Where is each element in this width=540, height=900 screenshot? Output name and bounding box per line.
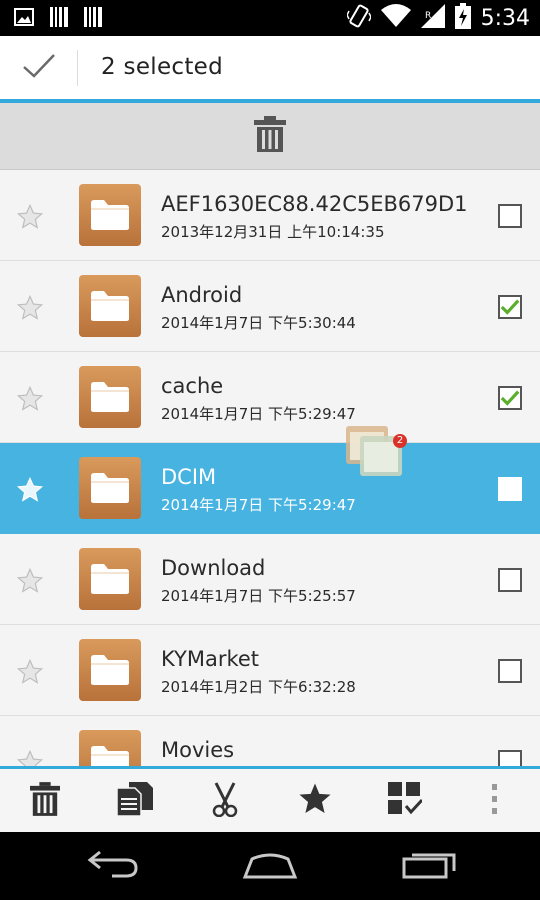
drag-preview: 2: [346, 424, 408, 478]
star-icon: [297, 782, 333, 820]
star-outline-icon[interactable]: [16, 203, 44, 231]
action-bar-divider: [77, 50, 78, 86]
recents-button[interactable]: [402, 850, 456, 882]
vibrate-icon: [345, 3, 372, 33]
file-list[interactable]: AEF1630EC88.42C5EB679D1 2013年12月31日 上午10…: [0, 170, 540, 766]
recents-icon: [402, 849, 456, 883]
copy-icon: [116, 782, 153, 820]
checkbox[interactable]: [498, 477, 522, 501]
file-date: 2013年12月31日 上午10:14:35: [161, 223, 385, 241]
list-item[interactable]: KYMarket 2014年1月2日 下午6:32:28: [0, 625, 540, 716]
checkmark-icon: [500, 390, 520, 406]
selection-count-title: 2 selected: [101, 54, 224, 80]
scissors-icon: [208, 781, 242, 821]
star-outline-icon[interactable]: [16, 749, 44, 766]
drag-count: 2: [396, 435, 404, 446]
file-name: KYMarket: [161, 647, 260, 671]
checkbox-checked[interactable]: [498, 295, 522, 319]
star-outline-icon[interactable]: [16, 294, 44, 322]
done-button[interactable]: [0, 36, 78, 100]
folder-icon: [79, 366, 141, 428]
signal-icon: R: [420, 4, 445, 32]
list-item[interactable]: Movies: [0, 716, 540, 766]
trash-icon: [254, 116, 286, 156]
file-date: 2014年1月7日 下午5:29:47: [161, 496, 356, 514]
select-all-button[interactable]: [385, 782, 425, 820]
list-item[interactable]: Download 2014年1月7日 下午5:25:57: [0, 534, 540, 625]
back-button[interactable]: [86, 850, 138, 882]
system-navigation-bar: [0, 832, 540, 900]
file-name: AEF1630EC88.42C5EB679D1: [161, 192, 468, 216]
drag-count-badge: 2: [393, 434, 407, 448]
barcode-icon: [84, 7, 102, 31]
folder-icon: [79, 184, 141, 246]
list-item[interactable]: AEF1630EC88.42C5EB679D1 2013年12月31日 上午10…: [0, 170, 540, 261]
checkbox-checked[interactable]: [498, 386, 522, 410]
folder-icon: [79, 639, 141, 701]
check-icon: [22, 53, 56, 83]
select-grid-icon: [388, 782, 424, 820]
file-name: Movies: [161, 738, 235, 762]
trash-icon: [30, 782, 60, 820]
folder-icon: [79, 730, 141, 766]
star-outline-icon[interactable]: [16, 658, 44, 686]
status-time: 5:34: [480, 5, 530, 31]
folder-icon: [79, 275, 141, 337]
home-icon: [242, 849, 298, 883]
checkmark-icon: [500, 299, 520, 315]
delete-drop-zone[interactable]: [0, 103, 540, 170]
image-icon: [14, 8, 34, 30]
list-item[interactable]: cache 2014年1月7日 下午5:29:47: [0, 352, 540, 443]
star-outline-icon[interactable]: [16, 385, 44, 413]
list-item[interactable]: Android 2014年1月7日 下午5:30:44: [0, 261, 540, 352]
star-outline-icon[interactable]: [16, 567, 44, 595]
cut-button[interactable]: [205, 781, 245, 821]
overflow-menu-icon: [490, 784, 498, 818]
checkbox[interactable]: [498, 568, 522, 592]
checkbox[interactable]: [498, 204, 522, 228]
barcode-icon: [50, 7, 68, 31]
overflow-menu-button[interactable]: [474, 783, 514, 819]
file-name: Android: [161, 283, 243, 307]
status-bar: R 5:34: [0, 0, 540, 36]
checkbox[interactable]: [498, 659, 522, 683]
bottom-action-bar: [0, 766, 540, 832]
file-name: cache: [161, 374, 224, 398]
star-outline-icon[interactable]: [16, 476, 44, 504]
file-name: DCIM: [161, 465, 217, 489]
list-item-drop-target[interactable]: DCIM 2014年1月7日 下午5:29:47: [0, 443, 540, 534]
home-button[interactable]: [242, 850, 298, 882]
file-name: Download: [161, 556, 266, 580]
folder-icon: [79, 457, 141, 519]
file-date: 2014年1月7日 下午5:25:57: [161, 587, 356, 605]
favorite-button[interactable]: [295, 783, 335, 819]
svg-text:R: R: [425, 11, 431, 21]
file-date: 2014年1月2日 下午6:32:28: [161, 678, 356, 696]
action-bar: 2 selected: [0, 36, 540, 100]
file-date: 2014年1月7日 下午5:30:44: [161, 314, 356, 332]
battery-icon: [454, 3, 471, 33]
checkbox[interactable]: [498, 750, 522, 766]
folder-icon: [79, 548, 141, 610]
wifi-icon: [380, 4, 411, 32]
copy-button[interactable]: [115, 782, 155, 820]
delete-button[interactable]: [25, 782, 65, 820]
back-icon: [86, 850, 138, 882]
file-date: 2014年1月7日 下午5:29:47: [161, 405, 356, 423]
